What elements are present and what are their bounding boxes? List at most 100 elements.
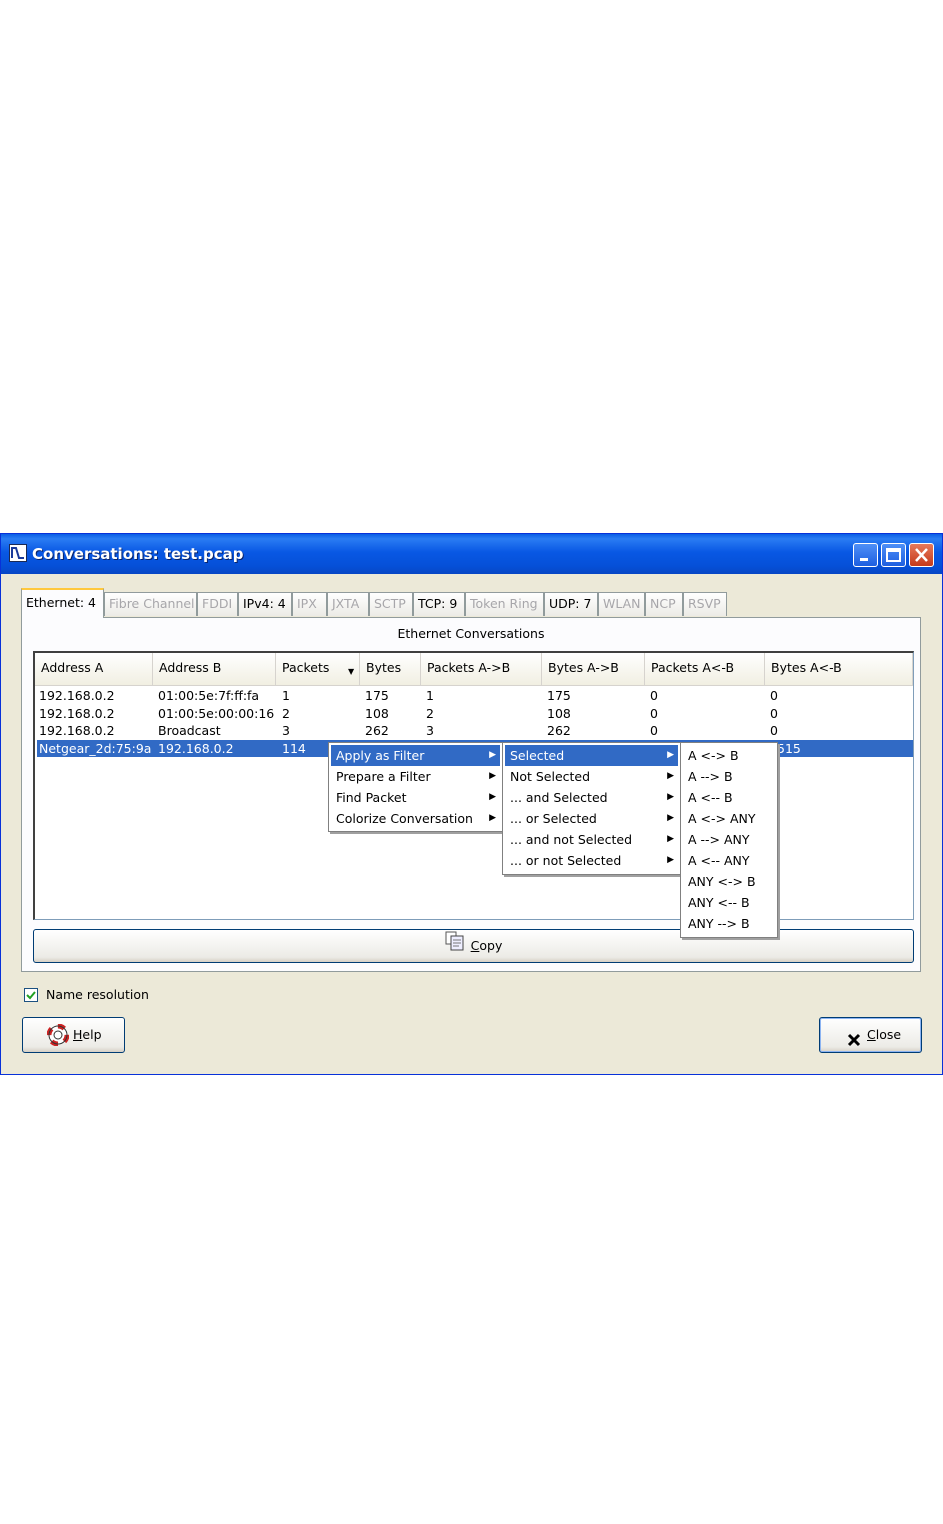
menu-item-find-packet[interactable]: Find Packet ▶ (331, 787, 500, 808)
menu-item-a-to-b[interactable]: A --> B (683, 766, 775, 787)
name-resolution-label: Name resolution (46, 987, 149, 1002)
submenu-arrow-icon: ▶ (489, 750, 496, 760)
help-label: elp (82, 1027, 102, 1042)
tab-sctp[interactable]: SCTP (369, 592, 413, 616)
cell-bytes: 108 (365, 706, 389, 721)
close-button[interactable]: Close (819, 1017, 922, 1053)
menu-item-not-selected[interactable]: Not Selected ▶ (505, 766, 678, 787)
table-row[interactable]: 192.168.0.2 Broadcast 3 262 3 262 0 0 (37, 722, 913, 739)
close-label: lose (875, 1027, 902, 1042)
submenu-arrow-icon: ▶ (667, 750, 674, 760)
cell-packets: 3 (282, 723, 290, 738)
copy-label: opy (479, 938, 503, 953)
submenu-arrow-icon: ▶ (489, 813, 496, 823)
close-window-button[interactable] (909, 543, 934, 567)
table-header: Address A Address B Packets ▼ Bytes Pack… (35, 653, 913, 686)
menu-item-any-both-b[interactable]: ANY <-> B (683, 871, 775, 892)
cell-bytes-ab: 108 (547, 706, 571, 721)
menu-item-colorize-conversation[interactable]: Colorize Conversation ▶ (331, 808, 500, 829)
submenu-arrow-icon: ▶ (667, 855, 674, 865)
submenu-arrow-icon: ▶ (489, 771, 496, 781)
column-header[interactable]: Packets A<-B (645, 653, 765, 685)
cell-packets: 1 (282, 688, 290, 703)
menu-item-and-not-selected[interactable]: ... and not Selected ▶ (505, 829, 678, 850)
table-row[interactable]: 192.168.0.2 01:00:5e:7f:ff:fa 1 175 1 17… (37, 687, 913, 704)
selected-submenu: A <-> B A --> B A <-- B A <-> ANY A --> … (680, 742, 778, 938)
cell-bytes: 262 (365, 723, 389, 738)
menu-item-any-from-b[interactable]: ANY <-- B (683, 892, 775, 913)
menu-item-label: Apply as Filter (336, 748, 425, 763)
lifebuoy-icon (46, 1023, 70, 1059)
menu-item-label: Colorize Conversation (336, 811, 473, 826)
tab-jxta[interactable]: JXTA (327, 592, 369, 616)
tab-ncp[interactable]: NCP (645, 592, 683, 616)
menu-item-prepare-a-filter[interactable]: Prepare a Filter ▶ (331, 766, 500, 787)
tab-ipv4[interactable]: IPv4: 4 (238, 592, 292, 616)
cell-bytes-ab: 262 (547, 723, 571, 738)
menu-item-a-both-b[interactable]: A <-> B (683, 745, 775, 766)
checkmark-icon (26, 991, 36, 1000)
menu-item-or-not-selected[interactable]: ... or not Selected ▶ (505, 850, 678, 871)
submenu-arrow-icon: ▶ (667, 771, 674, 781)
copy-button[interactable]: Copy (33, 929, 914, 963)
menu-item-selected[interactable]: Selected ▶ (505, 745, 678, 766)
maximize-button[interactable] (881, 543, 906, 567)
cell-address-a: 192.168.0.2 (39, 706, 115, 721)
tab-wlan[interactable]: WLAN (598, 592, 645, 616)
minimize-icon (860, 558, 868, 561)
menu-item-a-from-b[interactable]: A <-- B (683, 787, 775, 808)
tab-ethernet[interactable]: Ethernet: 4 (21, 588, 104, 618)
tab-token-ring[interactable]: Token Ring (465, 592, 544, 616)
cell-address-b: Broadcast (158, 723, 221, 738)
cell-address-a: Netgear_2d:75:9a (39, 741, 152, 756)
menu-item-label: ... or Selected (510, 811, 597, 826)
minimize-button[interactable] (853, 543, 878, 567)
cell-packets: 114 (282, 741, 306, 756)
column-header[interactable]: Packets A->B (421, 653, 542, 685)
cell-address-b: 01:00:5e:00:00:16 (158, 706, 275, 721)
close-accel: C (867, 1027, 876, 1042)
cell-packets-ab: 2 (426, 706, 434, 721)
cell-packets-ba: 0 (650, 706, 658, 721)
column-header[interactable]: Bytes A<-B (765, 653, 913, 685)
tab-fddi[interactable]: FDDI (197, 592, 238, 616)
cell-bytes-ab: 175 (547, 688, 571, 703)
cell-address-a: 192.168.0.2 (39, 688, 115, 703)
cell-address-a: 192.168.0.2 (39, 723, 115, 738)
submenu-arrow-icon: ▶ (489, 792, 496, 802)
menu-item-and-selected[interactable]: ... and Selected ▶ (505, 787, 678, 808)
help-button[interactable]: Help (22, 1017, 125, 1053)
tab-tcp[interactable]: TCP: 9 (413, 592, 465, 616)
help-accel: H (73, 1027, 83, 1042)
menu-item-label: ... or not Selected (510, 853, 622, 868)
window-title: Conversations: test.pcap (32, 545, 244, 563)
table-row[interactable]: 192.168.0.2 01:00:5e:00:00:16 2 108 2 10… (37, 705, 913, 722)
menu-item-apply-as-filter[interactable]: Apply as Filter ▶ (331, 745, 500, 766)
cell-packets-ba: 0 (650, 688, 658, 703)
column-header[interactable]: Bytes A->B (542, 653, 645, 685)
tab-udp[interactable]: UDP: 7 (544, 592, 598, 616)
name-resolution-checkbox[interactable] (24, 988, 38, 1002)
submenu-arrow-icon: ▶ (667, 834, 674, 844)
tab-fibre-channel[interactable]: Fibre Channel (104, 592, 197, 616)
maximize-icon (886, 548, 901, 562)
menu-item-label: Find Packet (336, 790, 407, 805)
cell-packets-ab: 1 (426, 688, 434, 703)
tab-rsvp[interactable]: RSVP (683, 592, 727, 616)
menu-item-label: Selected (510, 748, 565, 763)
menu-item-any-to-b[interactable]: ANY --> B (683, 913, 775, 934)
column-header[interactable]: Address A (35, 653, 153, 685)
menu-item-label: Prepare a Filter (336, 769, 431, 784)
menu-item-a-from-any[interactable]: A <-- ANY (683, 850, 775, 871)
context-menu: Apply as Filter ▶ Prepare a Filter ▶ Find … (328, 742, 503, 832)
menu-item-label: ... and not Selected (510, 832, 633, 847)
tab-ipx[interactable]: IPX (292, 592, 327, 616)
column-header[interactable]: Address B (153, 653, 276, 685)
menu-item-a-to-any[interactable]: A --> ANY (683, 829, 775, 850)
menu-item-or-selected[interactable]: ... or Selected ▶ (505, 808, 678, 829)
submenu-arrow-icon: ▶ (667, 792, 674, 802)
column-header[interactable]: Bytes (360, 653, 421, 685)
cell-bytes-ba: 0 (770, 706, 778, 721)
menu-item-a-both-any[interactable]: A <-> ANY (683, 808, 775, 829)
title-bar[interactable]: Conversations: test.pcap (1, 534, 942, 574)
